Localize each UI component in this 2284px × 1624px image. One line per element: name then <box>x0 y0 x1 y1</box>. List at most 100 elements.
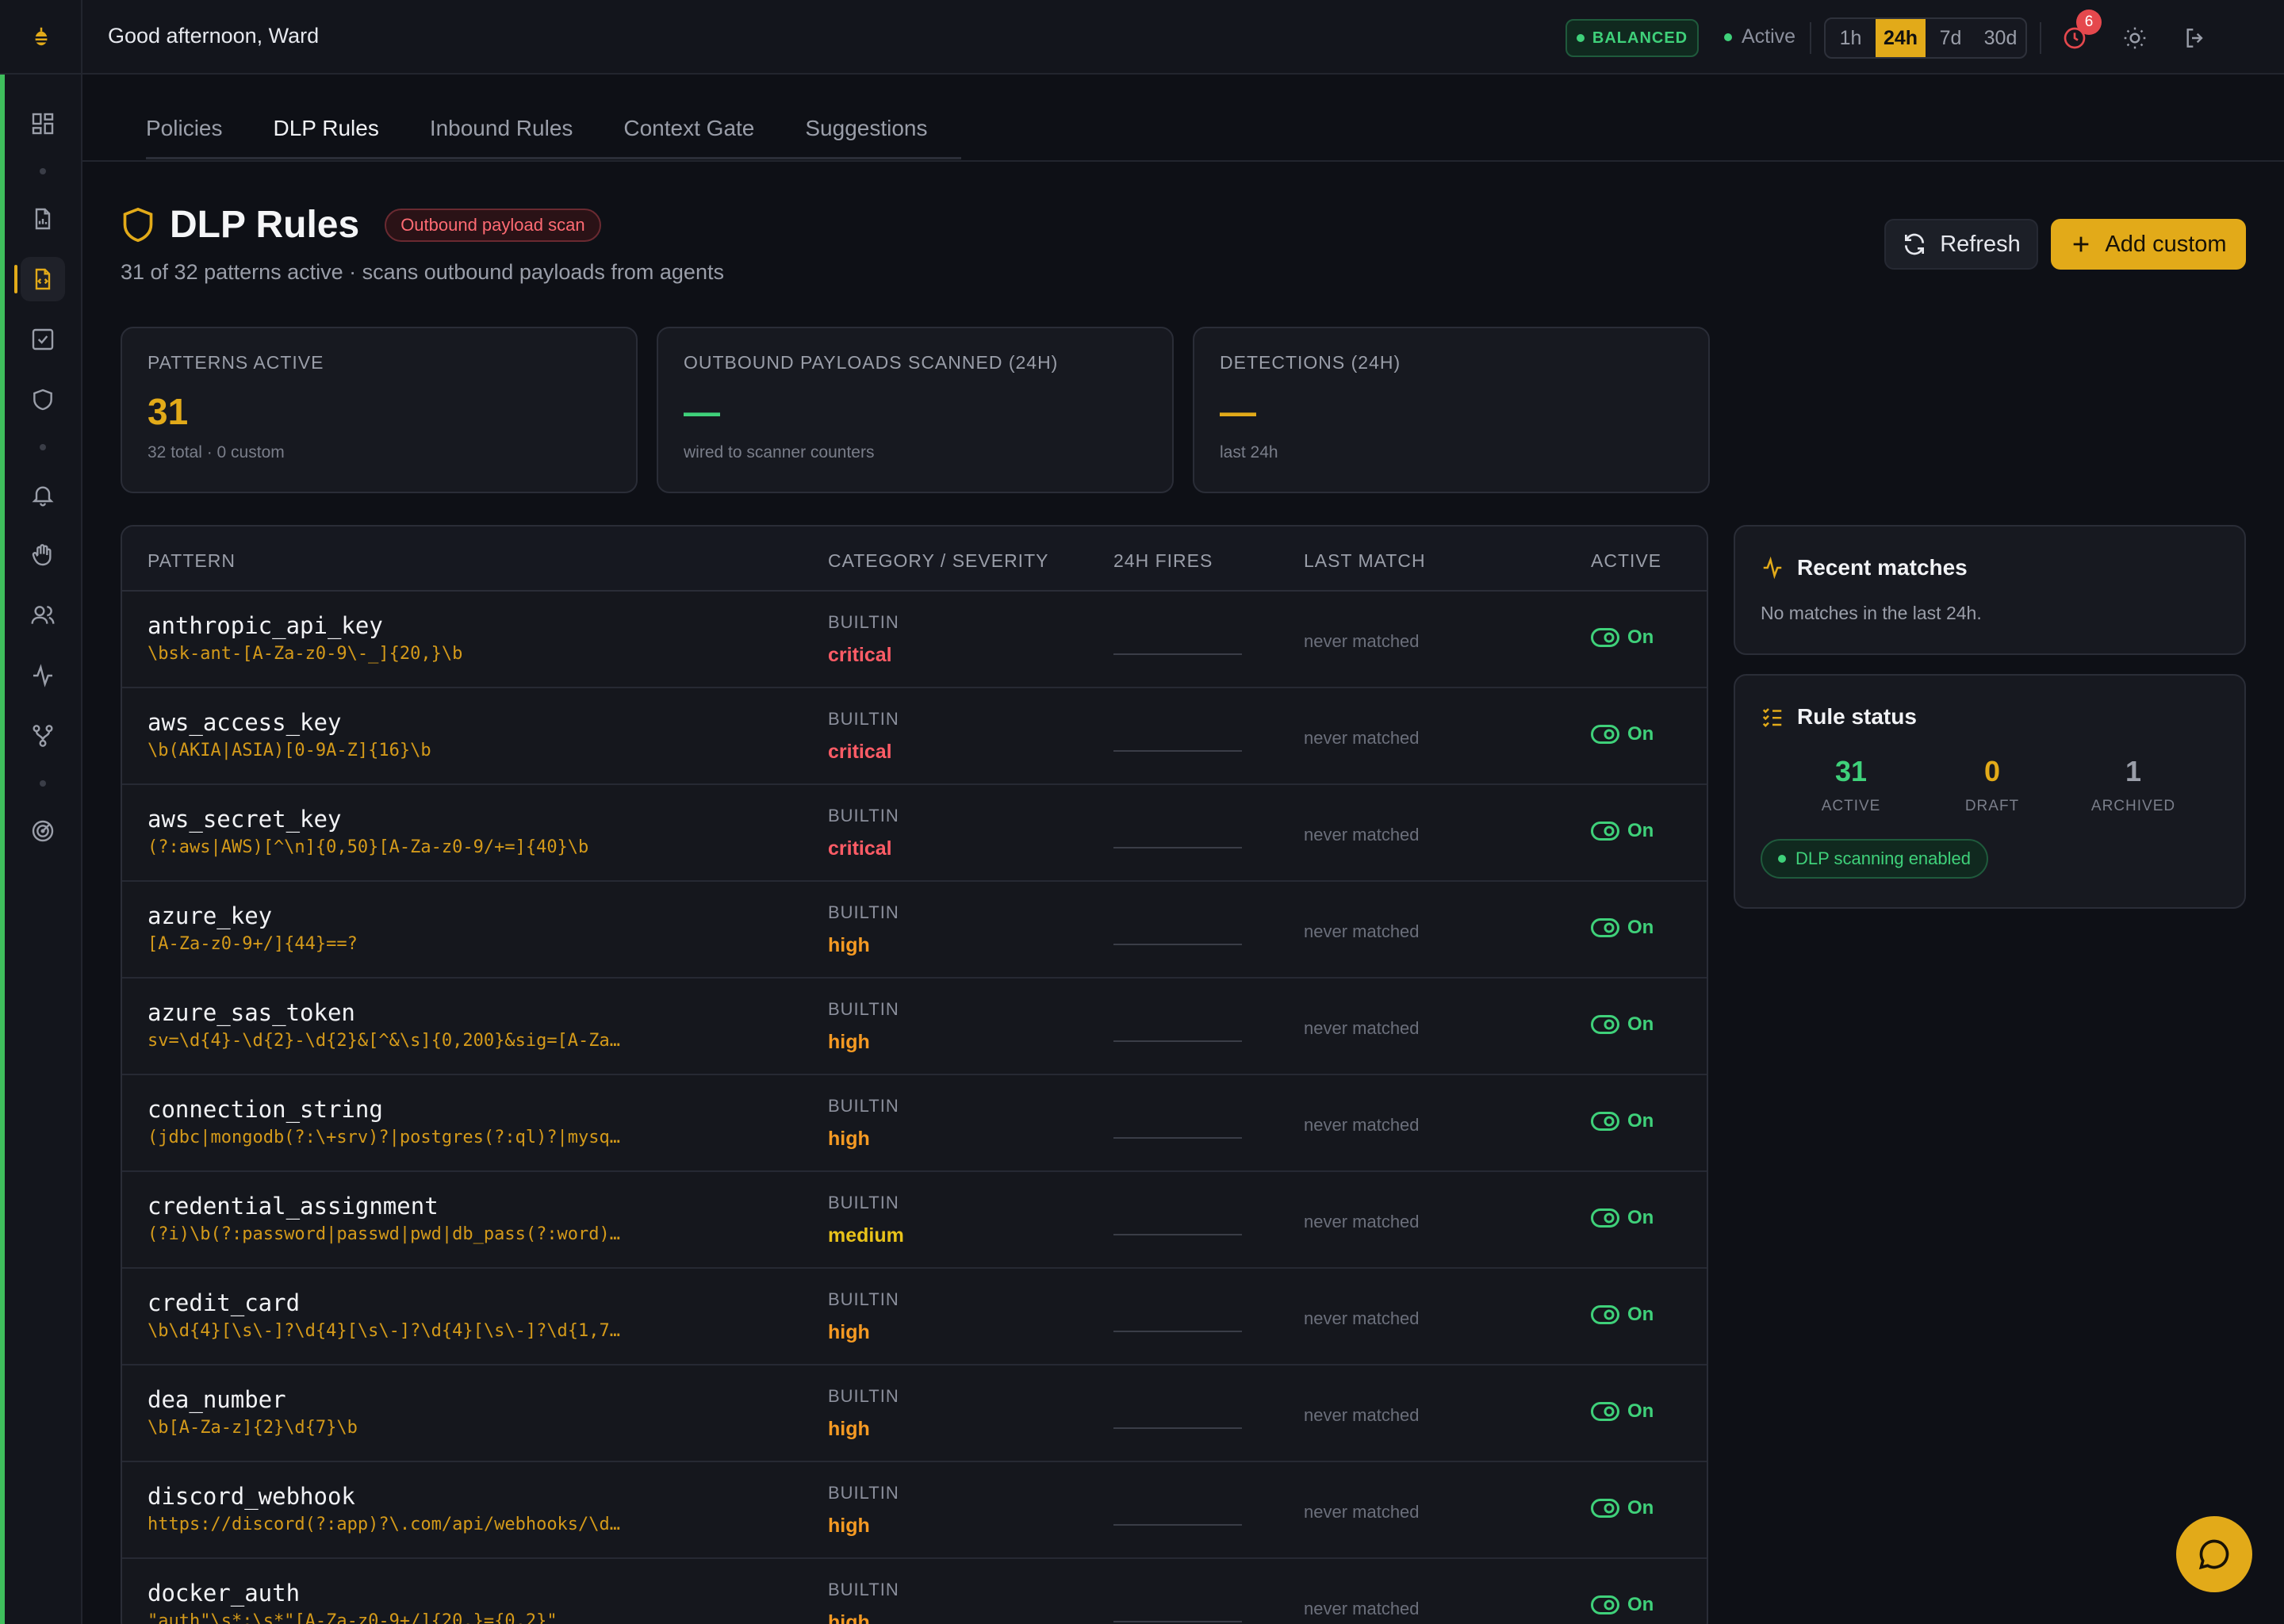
active-toggle[interactable]: On <box>1591 1013 1654 1036</box>
nav-dlp-rules[interactable] <box>14 257 65 301</box>
add-custom-button[interactable]: Add custom <box>2051 219 2246 270</box>
pattern-name: credit_card <box>148 1289 301 1316</box>
active-toggle[interactable]: On <box>1591 1400 1654 1423</box>
refresh-button[interactable]: Refresh <box>1884 219 2038 270</box>
history-button[interactable]: 6 <box>2056 10 2102 57</box>
stat-note: 32 total · 0 custom <box>148 443 285 462</box>
active-toggle[interactable]: On <box>1591 917 1654 939</box>
active-toggle[interactable]: On <box>1591 820 1654 842</box>
pattern-name: credential_assignment <box>148 1193 439 1220</box>
active-toggle[interactable]: On <box>1591 1304 1654 1326</box>
stat-value: 31 <box>148 391 189 432</box>
active-toggle[interactable]: On <box>1591 1497 1654 1519</box>
stat-value: — <box>684 391 720 432</box>
refresh-icon <box>1905 233 1925 255</box>
column-header-category[interactable]: CATEGORY / SEVERITY <box>828 550 1048 572</box>
stat-label: DETECTIONS (24H) <box>1220 352 1401 373</box>
tab-context-gate[interactable]: Context Gate <box>598 76 780 160</box>
theme-toggle[interactable] <box>2116 19 2154 57</box>
pattern-severity: high <box>828 1128 870 1150</box>
range-24h[interactable]: 24h <box>1876 19 1926 57</box>
pattern-severity: high <box>828 1611 870 1624</box>
active-label: On <box>1627 1400 1654 1422</box>
rule-status-panel: Rule status 31 ACTIVE 0 DRAFT 1 ARCHIVED… <box>1734 674 2246 909</box>
active-label: On <box>1627 1110 1654 1132</box>
tab-suggestions[interactable]: Suggestions <box>780 76 952 160</box>
pattern-severity: critical <box>828 644 892 666</box>
status-label: ARCHIVED <box>2090 798 2176 814</box>
nav-users[interactable] <box>21 593 65 638</box>
tab-policies[interactable]: Policies <box>146 76 247 160</box>
column-header-last-match[interactable]: LAST MATCH <box>1304 550 1426 572</box>
column-header-fires[interactable]: 24H FIRES <box>1113 550 1213 572</box>
logout-button[interactable] <box>2176 19 2214 57</box>
table-row[interactable]: docker_auth "auth"\s*:\s*"[A-Za-z0-9+/]{… <box>122 1559 1707 1624</box>
nav-activity[interactable] <box>21 653 65 698</box>
dlp-rules-table: PATTERN CATEGORY / SEVERITY 24H FIRES LA… <box>121 525 1708 1624</box>
nav-radar[interactable] <box>21 809 65 853</box>
nav-alerts[interactable] <box>21 473 65 517</box>
active-toggle[interactable]: On <box>1591 723 1654 745</box>
last-match: never matched <box>1304 631 1420 651</box>
pattern-name: docker_auth <box>148 1580 301 1607</box>
last-match: never matched <box>1304 1018 1420 1038</box>
table-row[interactable]: credit_card \b\d{4}[\s\-]?\d{4}[\s\-]?\d… <box>122 1269 1707 1365</box>
pattern-category: BUILTIN <box>828 1580 899 1599</box>
sidebar-dot <box>40 168 46 174</box>
recent-matches-panel: Recent matches No matches in the last 24… <box>1734 525 2246 655</box>
nav-integrations[interactable] <box>21 714 65 758</box>
nav-reports[interactable] <box>21 197 65 241</box>
status-dot <box>1576 34 1585 42</box>
table-row[interactable]: discord_webhook https://discord(?:app)?\… <box>122 1462 1707 1559</box>
range-30d[interactable]: 30d <box>1976 19 2025 57</box>
table-row[interactable]: aws_access_key \b(AKIA|ASIA)[0-9A-Z]{16}… <box>122 688 1707 785</box>
active-toggle[interactable]: On <box>1591 1110 1654 1132</box>
chat-button[interactable] <box>2176 1516 2252 1592</box>
toggle-icon <box>1591 1015 1619 1034</box>
pattern-severity: high <box>828 1321 870 1343</box>
fork-icon <box>33 725 53 747</box>
table-row[interactable]: aws_secret_key (?:aws|AWS)[^\n]{0,50}[A-… <box>122 785 1707 882</box>
table-row[interactable]: anthropic_api_key \bsk-ant-[A-Za-z0-9\-_… <box>122 592 1707 688</box>
status-label: ACTIVE <box>1821 798 1881 814</box>
page-header: DLP Rules Outbound payload scan <box>121 203 601 247</box>
sidebar-divider <box>0 73 82 75</box>
table-row[interactable]: credential_assignment (?i)\b(?:password|… <box>122 1172 1707 1269</box>
nav-approvals[interactable] <box>21 533 65 577</box>
active-toggle[interactable]: On <box>1591 626 1654 649</box>
sidebar-dot <box>40 780 46 787</box>
range-1h[interactable]: 1h <box>1826 19 1876 57</box>
pattern-category: BUILTIN <box>828 806 899 825</box>
column-header-pattern[interactable]: PATTERN <box>148 550 236 572</box>
radar-icon <box>32 820 54 842</box>
fires-sparkline <box>1113 847 1242 848</box>
nav-security[interactable] <box>21 377 65 422</box>
column-header-active[interactable]: ACTIVE <box>1591 550 1661 572</box>
pattern-regex: (?i)\b(?:password|passwd|pwd|db_pass(?:w… <box>148 1224 621 1244</box>
table-row[interactable]: dea_number \b[A-Za-z]{2}\d{7}\b BUILTIN … <box>122 1365 1707 1462</box>
active-toggle[interactable]: On <box>1591 1594 1654 1616</box>
last-match: never matched <box>1304 728 1420 748</box>
panel-title: Recent matches <box>1761 555 1968 580</box>
nav-tasks[interactable] <box>21 317 65 362</box>
mode-badge[interactable]: BALANCED <box>1565 19 1699 57</box>
nav-dashboard[interactable] <box>21 102 65 146</box>
fires-sparkline <box>1113 1137 1242 1139</box>
logo[interactable] <box>22 17 60 56</box>
tab-dlp-rules[interactable]: DLP Rules <box>247 76 404 160</box>
tab-inbound-rules[interactable]: Inbound Rules <box>404 76 599 160</box>
active-label: On <box>1627 820 1654 841</box>
table-row[interactable]: azure_sas_token sv=\d{4}-\d{2}-\d{2}&[^&… <box>122 979 1707 1075</box>
logout-icon <box>2186 29 2203 48</box>
status-count: 1 <box>2125 755 2142 787</box>
table-row[interactable]: azure_key [A-Za-z0-9+/]{44}==? BUILTIN h… <box>122 882 1707 979</box>
checklist-icon <box>1762 708 1782 728</box>
active-toggle[interactable]: On <box>1591 1207 1654 1229</box>
shield-icon <box>123 207 153 242</box>
pattern-name: aws_secret_key <box>148 806 342 833</box>
table-header: PATTERN CATEGORY / SEVERITY 24H FIRES LA… <box>122 527 1707 592</box>
table-row[interactable]: connection_string (jdbc|mongodb(?:\+srv)… <box>122 1075 1707 1172</box>
range-7d[interactable]: 7d <box>1926 19 1976 57</box>
mode-label: BALANCED <box>1592 29 1688 47</box>
pattern-regex: \b\d{4}[\s\-]?\d{4}[\s\-]?\d{4}[\s\-]?\d… <box>148 1321 621 1341</box>
